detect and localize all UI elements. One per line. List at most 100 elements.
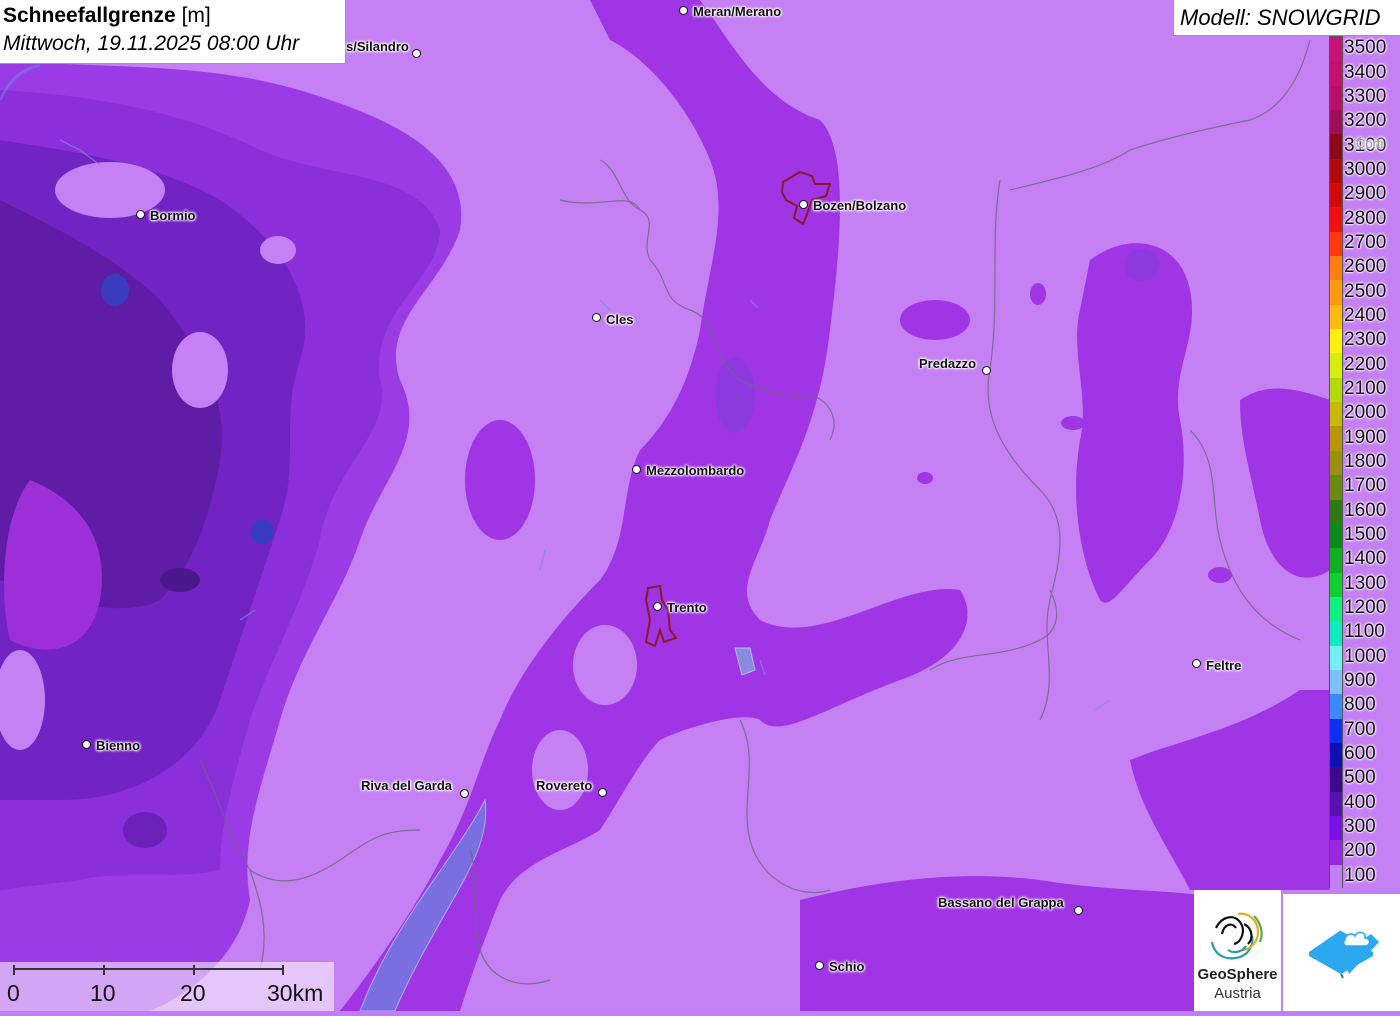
legend-swatch-2800 bbox=[1330, 207, 1342, 233]
legend-swatch-2600 bbox=[1330, 256, 1342, 281]
legend-swatch-3200 bbox=[1330, 110, 1342, 135]
legend-label-1100: 1100 bbox=[1344, 621, 1385, 643]
legend-label-1600: 1600 bbox=[1344, 499, 1387, 521]
city-dot-silandro bbox=[412, 49, 421, 58]
city-dot-cles bbox=[592, 313, 601, 322]
legend-label-1700: 1700 bbox=[1344, 475, 1387, 497]
legend-label-1200: 1200 bbox=[1344, 597, 1387, 619]
legend-swatch-1100 bbox=[1330, 621, 1342, 647]
legend-swatch-800 bbox=[1330, 694, 1342, 720]
legend-color-bar bbox=[1329, 36, 1343, 890]
legend-label-900: 900 bbox=[1344, 670, 1376, 692]
city-dot-schio bbox=[815, 961, 824, 970]
legend-label-2300: 2300 bbox=[1344, 329, 1387, 351]
map-datetime: Mittwoch, 19.11.2025 08:00 Uhr bbox=[3, 32, 300, 55]
legend-swatch-1000 bbox=[1330, 645, 1342, 671]
legend-label-100: 100 bbox=[1344, 864, 1376, 886]
legend-label-2100: 2100 bbox=[1344, 377, 1387, 399]
legend-swatch-1400 bbox=[1330, 548, 1342, 574]
city-dot-mezzolombardo bbox=[632, 465, 641, 474]
map-title-unit: [m] bbox=[181, 4, 211, 27]
legend-swatch-3400 bbox=[1330, 61, 1342, 87]
city-dot-bolzano bbox=[799, 200, 808, 209]
city-dot-bormio bbox=[136, 210, 145, 219]
map-title-box: Schneefallgrenze [m] Mittwoch, 19.11.202… bbox=[0, 0, 346, 64]
legend-swatch-2900 bbox=[1330, 183, 1342, 208]
legend-label-3300: 3300 bbox=[1344, 85, 1387, 107]
city-dot-feltre bbox=[1192, 659, 1201, 668]
app-logo[interactable] bbox=[1283, 894, 1400, 1011]
legend-label-500: 500 bbox=[1344, 767, 1376, 789]
city-label-feltre: Feltre bbox=[1206, 658, 1242, 673]
city-label-meran: Meran/Merano bbox=[693, 4, 782, 19]
legend-label-3500: 3500 bbox=[1344, 37, 1387, 59]
legend-label-1800: 1800 bbox=[1344, 451, 1387, 472]
legend-swatch-3000 bbox=[1330, 158, 1342, 184]
legend-label-2700: 2700 bbox=[1344, 231, 1387, 253]
scale-label-0: 0 bbox=[7, 980, 20, 1006]
legend-label-1900: 1900 bbox=[1344, 426, 1387, 448]
geosphere-logo-line2: Austria bbox=[1214, 985, 1261, 1002]
legend-swatch-2200 bbox=[1330, 353, 1342, 379]
legend-swatch-600 bbox=[1330, 742, 1342, 768]
geosphere-logo[interactable]: GeoSphere Austria bbox=[1194, 890, 1281, 1011]
city-label-silandro: s/Silandro bbox=[346, 39, 409, 54]
legend-label-2500: 2500 bbox=[1344, 280, 1387, 302]
legend-label-300: 300 bbox=[1344, 816, 1376, 838]
legend-label-200: 200 bbox=[1344, 840, 1376, 862]
legend-label-2200: 2200 bbox=[1344, 353, 1387, 375]
city-dot-rovereto bbox=[598, 788, 607, 797]
legend-label-700: 700 bbox=[1344, 718, 1376, 740]
legend-label-2600: 2600 bbox=[1344, 256, 1387, 278]
city-label-rovereto: Rovereto bbox=[536, 778, 593, 793]
city-label-riva: Riva del Garda bbox=[361, 778, 453, 793]
legend-swatch-1800 bbox=[1330, 450, 1342, 476]
city-dot-bassano bbox=[1074, 906, 1083, 915]
legend-swatch-300 bbox=[1330, 815, 1342, 841]
city-label-cles: Cles bbox=[606, 312, 634, 327]
legend-swatch-700 bbox=[1330, 718, 1342, 744]
city-label-corti: Corti bbox=[1356, 136, 1384, 151]
legend-label-1400: 1400 bbox=[1344, 548, 1387, 570]
city-dot-bienno bbox=[82, 740, 91, 749]
legend-swatch-3100 bbox=[1330, 134, 1342, 160]
city-label-mezzolombardo: Mezzolombardo bbox=[646, 463, 745, 478]
legend-label-1000: 1000 bbox=[1344, 645, 1387, 667]
legend-swatch-2000 bbox=[1330, 402, 1342, 427]
legend-swatch-1600 bbox=[1330, 499, 1342, 525]
legend-label-400: 400 bbox=[1344, 791, 1376, 813]
legend-label-2900: 2900 bbox=[1344, 183, 1387, 205]
legend-swatch-900 bbox=[1330, 669, 1342, 695]
city-label-bassano: Bassano del Grappa bbox=[938, 895, 1064, 910]
legend-swatch-2100 bbox=[1330, 377, 1342, 403]
legend-label-800: 800 bbox=[1344, 694, 1376, 716]
map-title: Schneefallgrenze [m] bbox=[3, 2, 345, 29]
legend-swatch-2500 bbox=[1330, 280, 1342, 306]
map-title-main: Schneefallgrenze bbox=[3, 4, 176, 27]
city-label-bienno: Bienno bbox=[96, 738, 141, 753]
city-dot-riva bbox=[460, 789, 469, 798]
legend-swatch-400 bbox=[1330, 791, 1342, 817]
legend-swatch-200 bbox=[1330, 840, 1342, 866]
legend-swatch-3300 bbox=[1330, 85, 1342, 111]
city-dot-predazzo bbox=[982, 366, 991, 375]
color-legend: 3500 3400 3300 3200 3100 3000 2900 2800 2700 2600… bbox=[1328, 36, 1400, 890]
legend-label-1500: 1500 bbox=[1344, 524, 1387, 546]
house-cloud-icon bbox=[1309, 929, 1379, 979]
legend-label-2000: 2000 bbox=[1344, 402, 1387, 424]
legend-label-2400: 2400 bbox=[1344, 304, 1387, 326]
legend-label-1300: 1300 bbox=[1344, 572, 1387, 594]
city-dot-meran bbox=[679, 6, 688, 15]
city-label-predazzo: Predazzo bbox=[919, 356, 977, 371]
legend-swatch-1900 bbox=[1330, 426, 1342, 452]
legend-label-3200: 3200 bbox=[1344, 110, 1387, 132]
legend-swatch-500 bbox=[1330, 767, 1342, 793]
legend-swatch-1700 bbox=[1330, 475, 1342, 500]
city-label-bormio: Bormio bbox=[150, 208, 196, 223]
legend-swatch-1300 bbox=[1330, 572, 1342, 598]
legend-swatch-1500 bbox=[1330, 523, 1342, 549]
legend-swatch-2400 bbox=[1330, 304, 1342, 330]
scale-label-10: 10 bbox=[90, 980, 116, 1006]
legend-label-3400: 3400 bbox=[1344, 61, 1387, 83]
scale-label-30km: 30km bbox=[267, 980, 324, 1006]
